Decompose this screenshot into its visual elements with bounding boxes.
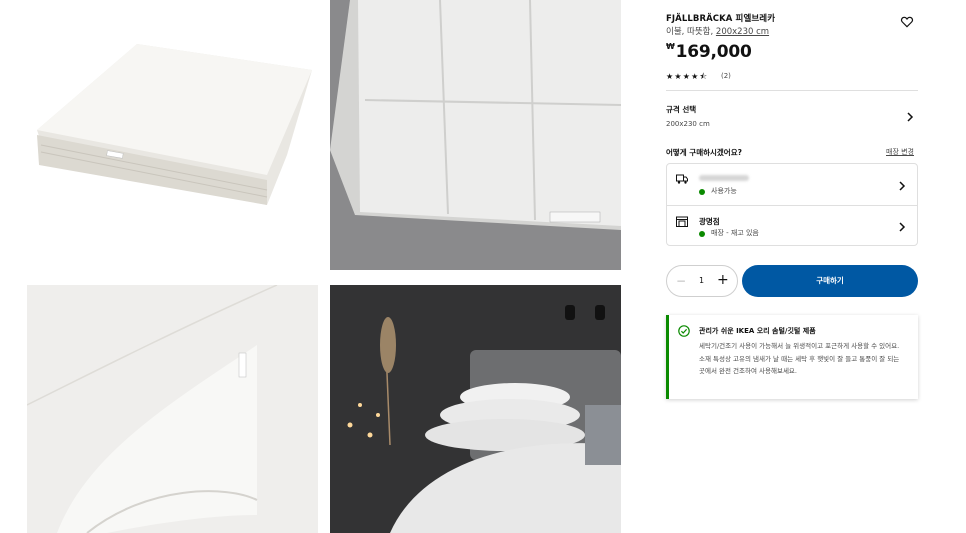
duvet-corner-image <box>27 285 318 533</box>
bedroom-image <box>330 285 621 533</box>
store-option[interactable]: 광명점 매장 - 재고 있음 <box>667 205 917 246</box>
store-name: 광명점 <box>699 217 720 226</box>
blurred-address <box>699 175 749 181</box>
gallery-image-duvet-corner[interactable] <box>27 285 318 533</box>
availability-dot <box>699 189 705 195</box>
delivery-status: 사용가능 <box>711 187 737 195</box>
size-selector-value: 200x230 cm <box>666 120 710 128</box>
buy-button[interactable]: 구매하기 <box>742 265 918 297</box>
heart-icon[interactable] <box>900 15 914 29</box>
delivery-truck-icon <box>676 174 688 184</box>
currency-symbol: ₩ <box>666 42 675 51</box>
quantity-value[interactable]: 1 <box>699 276 704 285</box>
quantity-stepper: − 1 + <box>666 265 738 297</box>
product-type: 이불, 따뜻함, <box>666 27 714 37</box>
check-circle-icon <box>678 325 690 337</box>
review-count[interactable]: (2) <box>721 72 731 80</box>
gallery-image-duvet-closeup[interactable] <box>330 0 621 270</box>
size-selector-label: 규격 선택 <box>666 105 697 114</box>
store-icon <box>676 216 688 227</box>
delivery-option[interactable]: 사용가능 <box>667 164 917 205</box>
gallery-image-folded-duvet[interactable] <box>27 0 318 270</box>
purchase-heading: 어떻게 구매하시겠어요? <box>666 148 742 157</box>
chevron-right-icon <box>899 181 906 191</box>
size-selector[interactable]: 규격 선택 200x230 cm <box>666 100 918 134</box>
product-price: ₩169,000 <box>666 42 752 62</box>
gallery-image-bedroom[interactable] <box>330 285 621 533</box>
info-card: 관리가 쉬운 IKEA 오리 솜털/깃털 제품 세탁기/건조기 사용이 가능해서… <box>666 315 918 399</box>
quantity-decrease-button[interactable]: − <box>676 274 686 288</box>
quantity-increase-button[interactable]: + <box>717 272 729 288</box>
divider <box>666 90 918 91</box>
duvet-closeup-image <box>330 0 621 270</box>
change-store-link[interactable]: 매장 변경 <box>886 147 914 157</box>
chevron-right-icon <box>899 222 906 232</box>
store-status: 매장 - 재고 있음 <box>711 229 759 237</box>
info-card-title: 관리가 쉬운 IKEA 오리 솜털/깃털 제품 <box>699 327 816 335</box>
product-description: 이불, 따뜻함, 200x230 cm <box>666 25 769 37</box>
product-gallery <box>0 0 640 533</box>
info-card-body: 세탁기/건조기 사용이 가능해서 늘 위생적이고 포근하게 사용할 수 있어요.… <box>699 342 900 375</box>
folded-duvet-image <box>37 44 312 205</box>
size-link[interactable]: 200x230 cm <box>716 27 769 37</box>
product-name: FJÄLLBRÄCKA 피엘브레카 <box>666 14 776 24</box>
rating-stars[interactable]: ★★★★⯪ <box>666 71 708 85</box>
price-value: 169,000 <box>675 42 752 62</box>
chevron-right-icon <box>907 112 914 122</box>
purchase-options: 사용가능 광명점 매장 - 재고 있음 <box>666 163 918 246</box>
availability-dot <box>699 231 705 237</box>
product-panel: FJÄLLBRÄCKA 피엘브레카 이불, 따뜻함, 200x230 cm ₩1… <box>666 0 918 533</box>
